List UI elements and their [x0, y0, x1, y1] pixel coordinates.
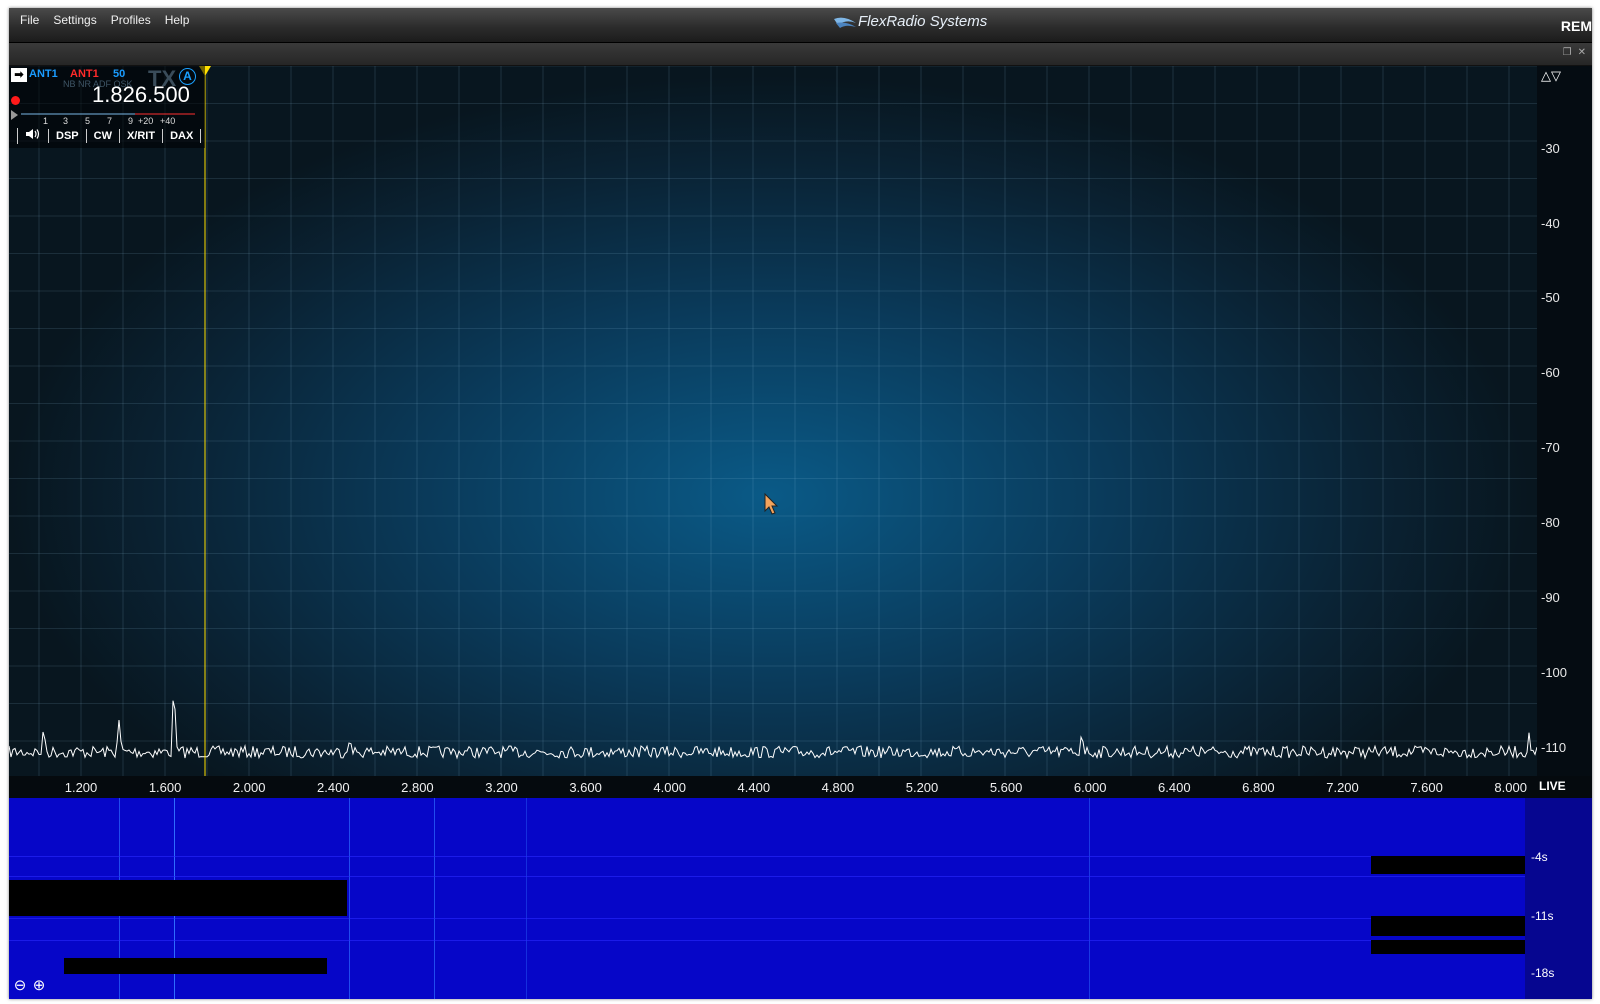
menu-profiles[interactable]: Profiles	[104, 12, 158, 28]
freq-axis-label: 7.600	[1410, 780, 1443, 795]
flexradio-swoosh-icon	[834, 17, 856, 28]
remote-indicator: REM	[1560, 18, 1592, 34]
s-meter: 1 3 5 7 9 +20 +40	[17, 113, 195, 127]
s-meter-tick: 7	[107, 116, 113, 126]
freq-axis-label: 1.600	[148, 780, 182, 795]
redacted-region	[1371, 856, 1525, 874]
spectrum-trace	[9, 700, 1537, 760]
mouse-cursor-icon	[764, 493, 779, 515]
title-bar: File Settings Profiles Help FlexRadio Sy…	[9, 8, 1592, 43]
s-meter-tick: +20	[138, 116, 154, 126]
xrit-button[interactable]: X/RIT	[118, 129, 162, 143]
db-label: -100	[1541, 665, 1568, 680]
audio-button[interactable]	[17, 128, 48, 144]
redacted-region	[9, 880, 347, 916]
freq-axis-label: 8.000	[1494, 780, 1527, 795]
spectrum-plot	[9, 66, 1537, 776]
brand-text: FlexRadio Systems	[858, 13, 988, 30]
panadapter-header: ❐ ✕	[9, 43, 1592, 66]
waterfall-time-label: -11s	[1531, 909, 1554, 923]
freq-axis-label: 4.400	[737, 780, 771, 795]
cw-button[interactable]: CW	[85, 129, 119, 143]
db-label: -30	[1541, 141, 1560, 156]
freq-axis-label: 7.200	[1326, 780, 1359, 795]
freq-axis-label: 5.600	[989, 780, 1023, 795]
restore-icon[interactable]: ❐	[1563, 47, 1572, 58]
slice-flag-a[interactable]: ANT1 ANT1 50 NB NR ADF QSK TX A 1.826.50…	[9, 66, 205, 148]
db-label: -110	[1541, 740, 1567, 755]
freq-axis-label: 6.400	[1158, 780, 1191, 795]
freq-axis-label: 3.200	[485, 780, 518, 795]
s-meter-tick: +40	[160, 116, 176, 126]
live-indicator[interactable]: LIVE	[1539, 779, 1566, 793]
db-label: -80	[1541, 515, 1560, 530]
freq-axis-label: 6.800	[1242, 780, 1275, 795]
zoom-in-icon[interactable]: ⊕	[30, 977, 48, 995]
play-icon[interactable]	[11, 110, 18, 120]
smartsdr-window: File Settings Profiles Help FlexRadio Sy…	[9, 8, 1592, 999]
menu-bar: File Settings Profiles Help	[13, 12, 196, 28]
slice-buttons: DSP CW X/RIT DAX	[17, 128, 202, 144]
close-icon[interactable]: ✕	[1578, 47, 1586, 58]
freq-axis-label: 5.200	[905, 780, 939, 795]
freq-axis-label: 4.800	[821, 780, 855, 795]
waterfall-time-scale: -4s -11s -18s	[1525, 798, 1592, 999]
panadapter-display[interactable]	[9, 66, 1537, 776]
menu-file[interactable]: File	[13, 12, 46, 28]
freq-axis-label: 1.200	[64, 780, 98, 795]
record-icon[interactable]	[11, 96, 20, 105]
db-label: -60	[1541, 365, 1560, 380]
panadapter-grid	[9, 66, 1537, 776]
db-label: -50	[1541, 290, 1560, 305]
redacted-region	[1371, 940, 1525, 954]
s-meter-tick: 1	[43, 116, 49, 126]
slice-frequency[interactable]: 1.826.500	[92, 82, 190, 108]
s-meter-tick: 5	[85, 116, 91, 126]
slice-arrow-icon[interactable]: ➡	[11, 68, 27, 82]
menu-help[interactable]: Help	[158, 12, 197, 28]
zoom-out-icon[interactable]: ⊖	[11, 977, 29, 995]
freq-axis-label: 3.600	[569, 780, 602, 795]
redacted-region	[64, 958, 327, 974]
db-label: -40	[1541, 216, 1560, 231]
waterfall-time-label: -18s	[1531, 966, 1555, 980]
db-scale-arrows-icon[interactable]: △▽	[1541, 68, 1561, 84]
freq-axis-label: 2.800	[401, 780, 434, 795]
menu-settings[interactable]: Settings	[46, 12, 103, 28]
rx-antenna[interactable]: ANT1	[29, 68, 58, 80]
s-meter-tick: 9	[128, 116, 134, 126]
freq-axis-label: 2.000	[232, 780, 266, 795]
redacted-region	[1371, 916, 1525, 936]
db-scale[interactable]: △▽ -30 -40 -50 -60 -70 -80 -90 -100 -110	[1537, 66, 1592, 776]
waterfall-display[interactable]: ⊖ ⊕	[9, 798, 1525, 999]
brand-logo: FlexRadio Systems	[834, 13, 987, 30]
freq-axis-label: 2.400	[317, 780, 350, 795]
db-label: -90	[1541, 590, 1560, 605]
freq-axis-label: 6.000	[1073, 780, 1107, 795]
dax-button[interactable]: DAX	[162, 129, 202, 143]
s-meter-tick: 3	[63, 116, 69, 126]
speaker-icon	[26, 129, 40, 139]
frequency-axis[interactable]: 1.200 1.600 2.000 2.400 2.800 3.200 3.600 4.000…	[9, 776, 1537, 798]
freq-axis-label: 4.000	[653, 780, 686, 795]
dsp-button[interactable]: DSP	[48, 129, 86, 143]
waterfall-time-label: -4s	[1531, 850, 1548, 864]
db-label: -70	[1541, 440, 1560, 455]
